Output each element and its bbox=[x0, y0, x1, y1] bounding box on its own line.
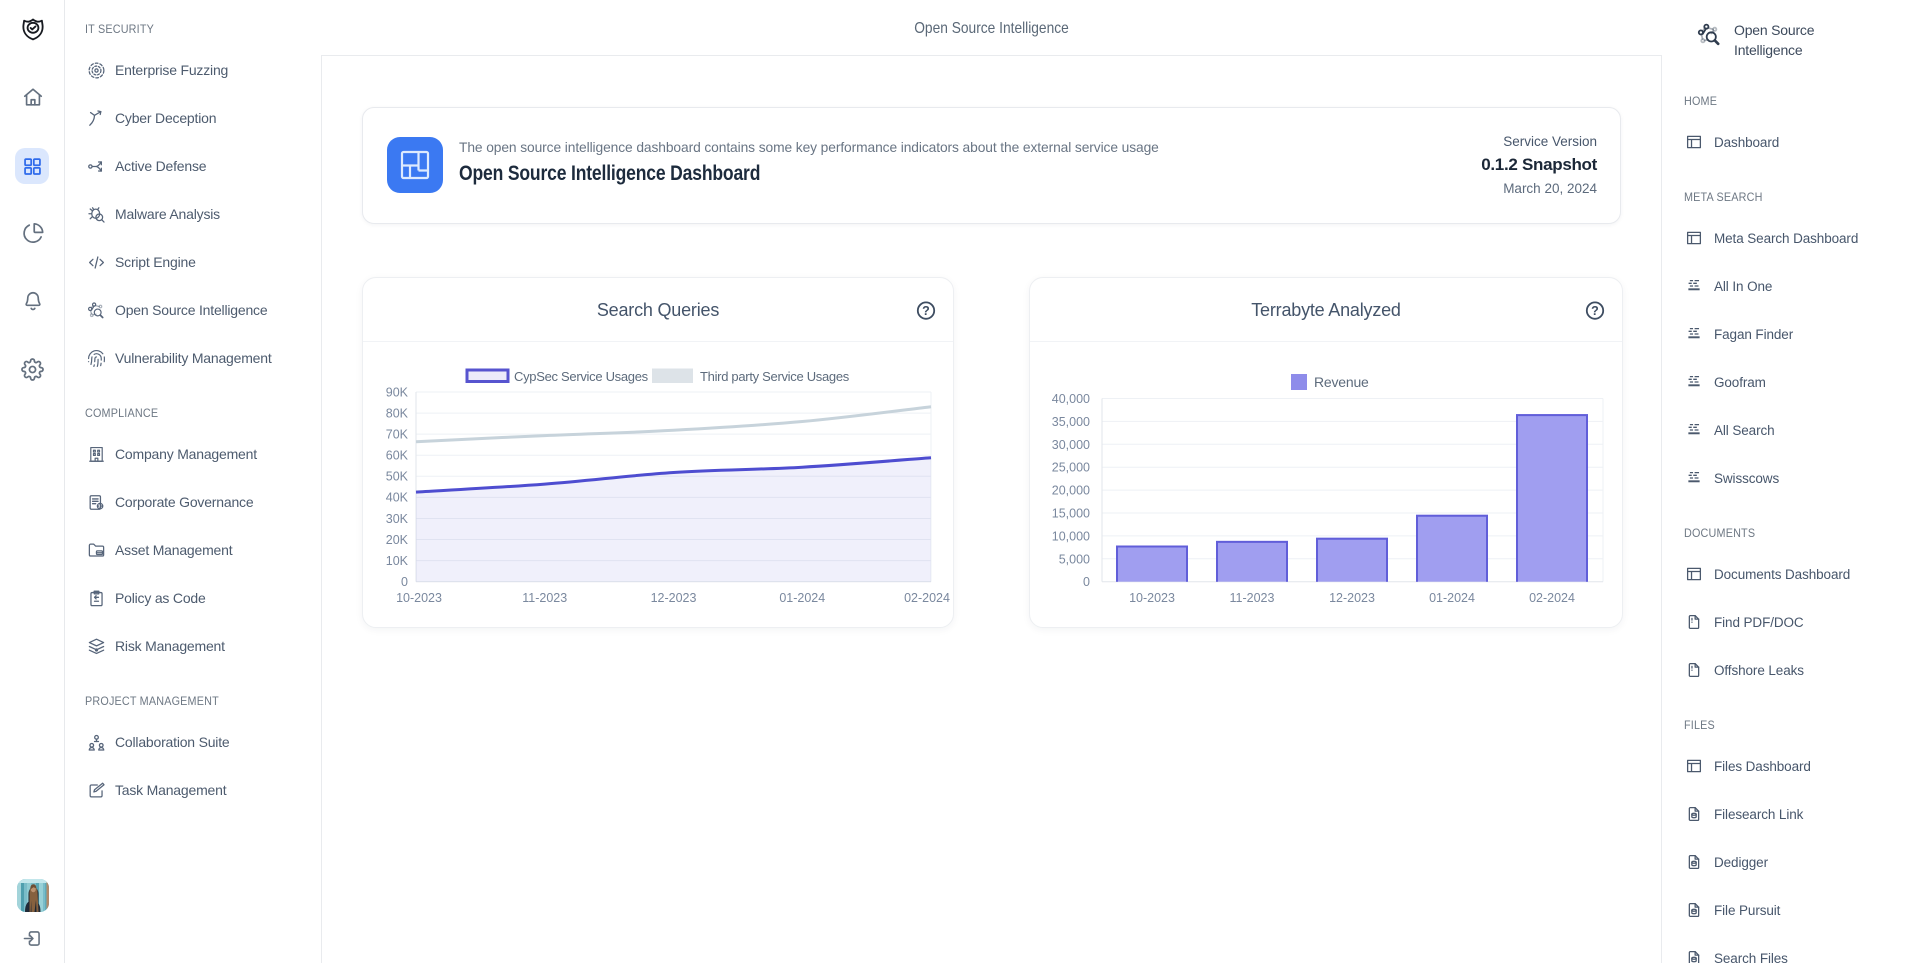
svg-text:0: 0 bbox=[401, 575, 408, 589]
svg-text:30K: 30K bbox=[386, 512, 409, 526]
svg-text:15,000: 15,000 bbox=[1052, 507, 1090, 521]
svg-text:0: 0 bbox=[1083, 575, 1090, 589]
svg-text:20,000: 20,000 bbox=[1052, 484, 1090, 498]
svg-text:40K: 40K bbox=[386, 491, 409, 505]
svg-text:35,000: 35,000 bbox=[1052, 415, 1090, 429]
svg-text:11-2023: 11-2023 bbox=[1230, 591, 1275, 605]
svg-text:Third party Service Usages: Third party Service Usages bbox=[700, 369, 850, 384]
svg-text:10-2023: 10-2023 bbox=[1129, 591, 1175, 605]
svg-text:10,000: 10,000 bbox=[1052, 529, 1090, 543]
svg-text:90K: 90K bbox=[386, 385, 409, 399]
svg-text:10-2023: 10-2023 bbox=[396, 591, 442, 605]
svg-text:11-2023: 11-2023 bbox=[522, 591, 567, 605]
svg-text:10K: 10K bbox=[386, 554, 409, 568]
svg-text:?: ? bbox=[1591, 304, 1599, 318]
svg-text:02-2024: 02-2024 bbox=[1529, 591, 1575, 605]
svg-text:01-2024: 01-2024 bbox=[779, 591, 825, 605]
svg-text:40,000: 40,000 bbox=[1052, 392, 1090, 406]
svg-text:70K: 70K bbox=[386, 427, 409, 441]
svg-text:5,000: 5,000 bbox=[1059, 552, 1090, 566]
svg-text:50K: 50K bbox=[386, 470, 409, 484]
svg-text:12-2023: 12-2023 bbox=[651, 591, 697, 605]
svg-text:80K: 80K bbox=[386, 406, 409, 420]
svg-text:Revenue: Revenue bbox=[1314, 374, 1369, 390]
svg-text:CypSec Service Usages: CypSec Service Usages bbox=[514, 369, 649, 384]
svg-text:25,000: 25,000 bbox=[1052, 461, 1090, 475]
svg-text:02-2024: 02-2024 bbox=[904, 591, 950, 605]
svg-text:01-2024: 01-2024 bbox=[1429, 591, 1475, 605]
svg-text:?: ? bbox=[922, 304, 930, 318]
svg-text:30,000: 30,000 bbox=[1052, 438, 1090, 452]
svg-text:12-2023: 12-2023 bbox=[1329, 591, 1375, 605]
svg-text:20K: 20K bbox=[386, 533, 409, 547]
svg-text:60K: 60K bbox=[386, 449, 409, 463]
